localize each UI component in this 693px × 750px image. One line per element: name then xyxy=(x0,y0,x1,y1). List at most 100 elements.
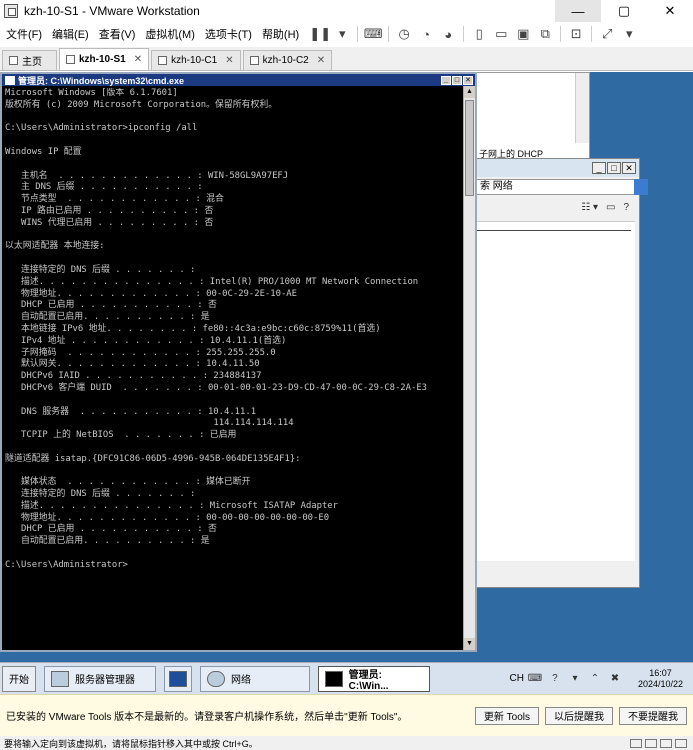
toolbar-separator xyxy=(560,26,562,42)
unity-icon[interactable]: ⧉ xyxy=(534,24,556,44)
toolbar-separator xyxy=(463,26,465,42)
menu-edit[interactable]: 编辑(E) xyxy=(48,26,93,42)
menu-vm[interactable]: 虚拟机(M) xyxy=(141,26,199,42)
show-hidden-icons-icon[interactable]: ⌃ xyxy=(586,670,604,688)
clock[interactable]: 16:07 2024/10/22 xyxy=(638,668,683,690)
tab-close-icon[interactable]: ✕ xyxy=(225,55,233,66)
help-icon[interactable]: ? xyxy=(623,202,629,213)
console-view-icon[interactable]: ⊡ xyxy=(565,24,587,44)
thumbnail-bar-icon[interactable]: ▭ xyxy=(490,24,512,44)
console-line: 自动配置已启用. . . . . . . . . . : 是 xyxy=(5,536,210,547)
menu-view[interactable]: 查看(V) xyxy=(95,26,140,42)
menu-file[interactable]: 文件(F) xyxy=(2,26,46,42)
revert-snapshot-icon[interactable]: ◔ xyxy=(415,24,437,44)
minimize-button[interactable]: _ xyxy=(441,75,451,85)
title-bar: kzh-10-S1 - VMware Workstation — ▢ ✕ xyxy=(0,0,693,22)
console-line: 连接特定的 DNS 后缀 . . . . . . . : xyxy=(5,264,196,275)
tab-kzh-10-s1[interactable]: kzh-10-S1 ✕ xyxy=(59,48,150,70)
start-button[interactable]: 开始 xyxy=(2,665,36,692)
scroll-up-icon[interactable]: ▲ xyxy=(464,86,475,98)
notification-message: 已安装的 VMware Tools 版本不是最新的。请登录客户机操作系统，然后单… xyxy=(6,712,408,723)
never-remind-button[interactable]: 不要提醒我 xyxy=(619,706,687,725)
guest-desktop[interactable]: 子网上的 DHCP _ □ ✕ 索 网络 ☷ ▾ ▭ ? 管理员: C:\Win… xyxy=(0,72,693,662)
console-line: C:\Users\Administrator> xyxy=(5,559,128,570)
minimize-button[interactable]: — xyxy=(555,0,601,22)
remind-later-button[interactable]: 以后提醒我 xyxy=(545,706,613,725)
network-adapter-icon[interactable] xyxy=(660,738,672,748)
display-icon[interactable] xyxy=(675,738,687,748)
network-status-icon[interactable]: ✖ xyxy=(606,670,624,688)
close-button[interactable]: ✕ xyxy=(647,0,693,22)
taskbar-label: 管理员: C:\Win... xyxy=(348,669,389,692)
full-screen-icon[interactable]: ▣ xyxy=(512,24,534,44)
menu-help[interactable]: 帮助(H) xyxy=(258,26,303,42)
preview-pane-icon[interactable]: ▭ xyxy=(606,202,615,213)
taskbar-cmd[interactable]: 管理员: C:\Win... xyxy=(318,665,430,692)
send-ctrl-alt-del-icon[interactable]: ⌨ xyxy=(362,24,384,44)
taskbar-powershell[interactable] xyxy=(164,665,192,692)
view-options-icon[interactable]: ☷ ▾ xyxy=(581,202,598,213)
console-line: Microsoft Windows [版本 6.1.7601] xyxy=(5,88,178,98)
explorer-toolbar: ☷ ▾ ▭ ? xyxy=(471,197,639,217)
cmd-icon xyxy=(325,670,343,687)
update-tools-button[interactable]: 更新 Tools xyxy=(474,706,539,725)
network-explorer-window[interactable]: _ □ ✕ 索 网络 ☷ ▾ ▭ ? xyxy=(470,158,648,588)
minimize-button[interactable]: _ xyxy=(592,162,606,174)
dropdown-arrow-icon[interactable]: ▾ xyxy=(331,24,353,44)
vmware-app-icon xyxy=(4,4,18,18)
system-tray: CH ⌨ ? ▾ ⌃ ✖ 16:07 2024/10/22 xyxy=(510,666,693,692)
tab-kzh-10-c2[interactable]: kzh-10-C2 ✕ xyxy=(242,50,333,70)
console-scrollbar[interactable]: ▲ ▼ xyxy=(463,86,475,650)
search-icon[interactable] xyxy=(634,179,648,195)
menu-tabs[interactable]: 选项卡(T) xyxy=(201,26,256,42)
stretch-icon[interactable]: ⤢ xyxy=(596,24,618,44)
maximize-button[interactable]: □ xyxy=(452,75,462,85)
background-window[interactable]: 子网上的 DHCP xyxy=(470,72,590,172)
toolbar-separator xyxy=(591,26,593,42)
maximize-button[interactable]: □ xyxy=(607,162,621,174)
console-output[interactable]: Microsoft Windows [版本 6.1.7601] 版权所有 (c) … xyxy=(5,88,463,650)
tab-home[interactable]: 主页 xyxy=(2,50,57,70)
console-line: IPv4 地址 . . . . . . . . . . . . : 10.4.1… xyxy=(5,335,287,346)
ime-options-icon[interactable]: ▾ xyxy=(566,670,584,688)
server-manager-icon xyxy=(51,670,69,687)
help-icon[interactable]: ? xyxy=(546,670,564,688)
tab-close-icon[interactable]: ✕ xyxy=(317,55,325,66)
snapshot-icon[interactable]: ◷ xyxy=(393,24,415,44)
close-button[interactable]: ✕ xyxy=(463,75,473,85)
taskbar-server-manager[interactable]: 服务器管理器 xyxy=(44,665,156,692)
sidebar-toggle-icon[interactable]: ▯ xyxy=(468,24,490,44)
cmd-title: 管理员: C:\Windows\system32\cmd.exe xyxy=(18,75,184,86)
home-icon xyxy=(9,56,18,65)
scroll-down-icon[interactable]: ▼ xyxy=(464,638,475,650)
taskbar-network[interactable]: 网络 xyxy=(200,665,310,692)
scrollbar[interactable] xyxy=(575,73,589,143)
console-line: TCPIP 上的 NetBIOS . . . . . . . : 已启用 xyxy=(5,430,237,441)
network-icon xyxy=(207,670,225,687)
pause-icon[interactable]: ❚❚ xyxy=(309,24,331,44)
language-indicator[interactable]: CH xyxy=(510,673,524,684)
console-line: 媒体状态 . . . . . . . . . . . . : 媒体已断开 xyxy=(5,477,251,488)
dropdown-arrow-icon[interactable]: ▾ xyxy=(618,24,640,44)
cd-drive-icon[interactable] xyxy=(645,738,657,748)
console-line: 物理地址. . . . . . . . . . . . . : 00-00-00… xyxy=(5,512,330,523)
scroll-thumb[interactable] xyxy=(465,100,474,196)
tab-close-icon[interactable]: ✕ xyxy=(134,54,142,65)
device-icons xyxy=(627,738,687,748)
maximize-button[interactable]: ▢ xyxy=(601,0,647,22)
cmd-window[interactable]: 管理员: C:\Windows\system32\cmd.exe _ □ ✕ M… xyxy=(0,72,477,652)
search-box[interactable]: 索 网络 xyxy=(475,179,648,195)
snapshot-manager-icon[interactable]: ◕ xyxy=(437,24,459,44)
console-line: 默认网关. . . . . . . . . . . . . : 10.4.11.… xyxy=(5,359,260,370)
hard-disk-icon[interactable] xyxy=(630,738,642,748)
tab-kzh-10-c1[interactable]: kzh-10-C1 ✕ xyxy=(151,50,241,70)
console-line: DHCPv6 IAID . . . . . . . . . . . : 2348… xyxy=(5,371,262,382)
clock-date: 2024/10/22 xyxy=(637,678,683,689)
console-line: 描述. . . . . . . . . . . . . . . : Micros… xyxy=(5,500,338,511)
close-button[interactable]: ✕ xyxy=(622,162,636,174)
keyboard-icon[interactable]: ⌨ xyxy=(526,670,544,688)
